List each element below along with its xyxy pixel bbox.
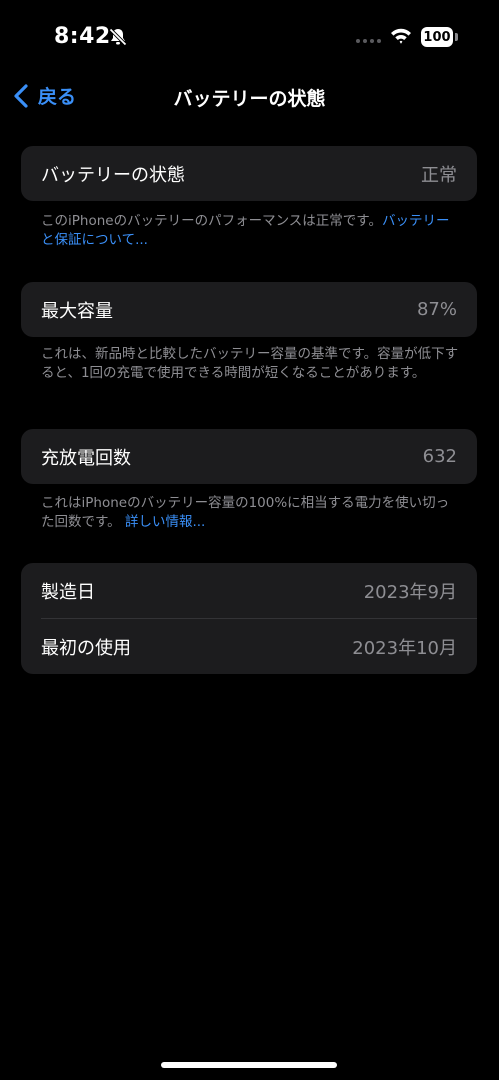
cycle-count-footnote-text: これはiPhoneのバッテリー容量の100%に相当する電力を使い切った回数です。: [41, 495, 450, 530]
page-title: バッテリーの状態: [173, 88, 326, 110]
max-capacity-label: 最大容量: [41, 300, 113, 322]
cycle-count-label: 充放電回数: [41, 447, 131, 469]
battery-nub: [455, 33, 458, 41]
battery-state-label: バッテリーの状態: [41, 164, 185, 186]
first-use-label: 最初の使用: [41, 637, 131, 659]
max-capacity-row: 最大容量 87%: [21, 282, 477, 337]
status-time: 8:42: [54, 24, 111, 49]
battery-state-footnote: このiPhoneのバッテリーのパフォーマンスは正常です。バッテリーと保証について…: [41, 212, 461, 250]
bell-muted-icon: [109, 28, 127, 46]
battery-state-value: 正常: [421, 164, 457, 186]
cellular-signal-icon: [356, 39, 381, 43]
max-capacity-value: 87%: [416, 299, 457, 320]
manufacture-date-row: 製造日 2023年9月: [21, 563, 477, 618]
battery-percent: 100: [423, 29, 451, 45]
cycle-count-card: 充放電回数 632: [21, 429, 477, 484]
manufacture-date-label: 製造日: [41, 581, 95, 603]
status-bar: 8:42 100: [0, 0, 499, 76]
battery-state-row: バッテリーの状態 正常: [21, 146, 477, 201]
dates-card: 製造日 2023年9月 最初の使用 2023年10月: [21, 563, 477, 674]
navigation-bar: 戻る バッテリーの状態: [0, 76, 499, 120]
max-capacity-card: 最大容量 87%: [21, 282, 477, 337]
battery-icon: 100: [421, 27, 453, 47]
cycle-count-value: 632: [422, 446, 457, 467]
max-capacity-footnote: これは、新品時と比較したバッテリー容量の基準です。容量が低下すると、1回の充電で…: [41, 345, 461, 383]
first-use-value: 2023年10月: [352, 637, 457, 659]
manufacture-date-value: 2023年9月: [363, 581, 457, 603]
home-indicator[interactable]: [161, 1062, 337, 1068]
cycle-count-footnote: これはiPhoneのバッテリー容量の100%に相当する電力を使い切った回数です。…: [41, 494, 461, 532]
battery-state-card: バッテリーの状態 正常: [21, 146, 477, 201]
battery-state-footnote-text: このiPhoneのバッテリーのパフォーマンスは正常です。: [41, 213, 382, 229]
max-capacity-footnote-text: これは、新品時と比較したバッテリー容量の基準です。容量が低下すると、1回の充電で…: [41, 346, 459, 381]
wifi-icon: [391, 28, 411, 44]
first-use-row: 最初の使用 2023年10月: [21, 619, 477, 674]
more-info-link[interactable]: 詳しい情報...: [125, 514, 205, 530]
cycle-count-row: 充放電回数 632: [21, 429, 477, 484]
